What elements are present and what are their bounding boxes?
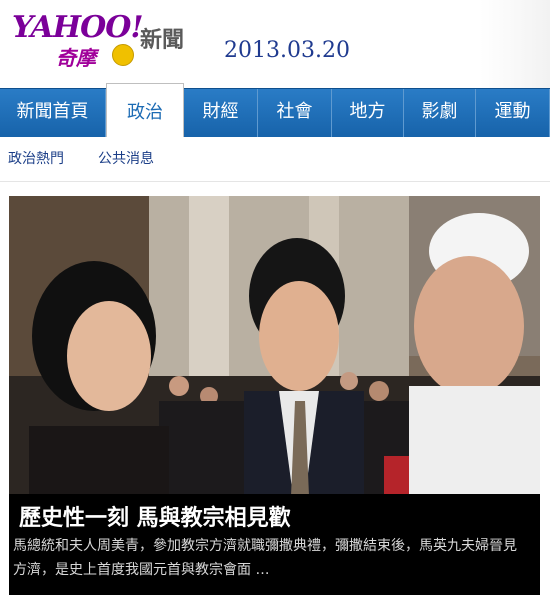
logo-smiley-icon: [112, 44, 134, 66]
page-header: YAHOO! 奇摩 新聞 2013.03.20: [0, 0, 550, 88]
tab-politics[interactable]: 政治: [106, 83, 184, 137]
tab-local[interactable]: 地方: [332, 89, 404, 137]
tab-finance[interactable]: 財經: [184, 89, 258, 137]
date-label: 2013.03.20: [224, 38, 350, 63]
tab-entertainment[interactable]: 影劇: [404, 89, 476, 137]
story-caption: 歷史性一刻 馬與教宗相見歡 馬總統和夫人周美青，參加教宗方濟就職彌撒典禮，彌撒結…: [9, 494, 540, 595]
story-headline[interactable]: 歷史性一刻 馬與教宗相見歡: [19, 500, 291, 532]
tab-society[interactable]: 社會: [258, 89, 332, 137]
story-photo[interactable]: [9, 196, 540, 496]
yahoo-kimo-logo[interactable]: YAHOO! 奇摩 新聞: [12, 8, 202, 70]
header-shade: [480, 0, 550, 88]
main-nav: 新聞首頁 政治 財經 社會 地方 影劇 運動: [0, 83, 550, 138]
subnav-politics-hot[interactable]: 政治熱門: [8, 148, 64, 168]
featured-story[interactable]: 歷史性一刻 馬與教宗相見歡 馬總統和夫人周美青，參加教宗方濟就職彌撒典禮，彌撒結…: [9, 196, 540, 595]
story-summary: 馬總統和夫人周美青，參加教宗方濟就職彌撒典禮，彌撒結束後，馬英九夫婦晉見方濟，是…: [13, 538, 517, 578]
section-title: 新聞: [140, 28, 185, 53]
subnav-public-news[interactable]: 公共消息: [98, 148, 154, 168]
logo-yahoo-text: YAHOO!: [12, 10, 144, 45]
sub-nav: 政治熱門 公共消息: [0, 137, 550, 182]
tab-news-home[interactable]: 新聞首頁: [0, 89, 106, 137]
tab-sports[interactable]: 運動: [476, 89, 550, 137]
logo-qimo-text: 奇摩: [56, 46, 96, 70]
